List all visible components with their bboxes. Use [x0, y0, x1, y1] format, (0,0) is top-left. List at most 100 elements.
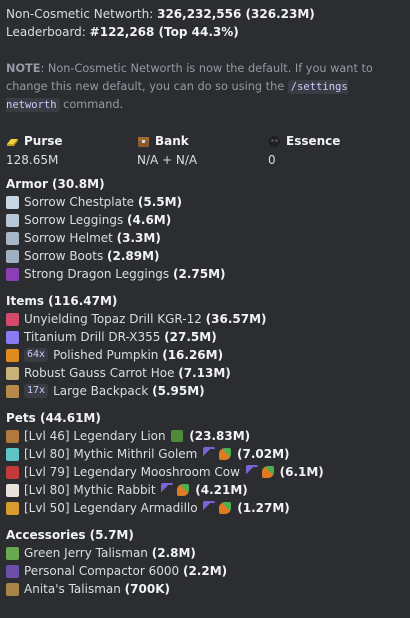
armor-item-value: (3.3M) — [116, 231, 161, 245]
pets-item: [Lvl 80] Mythic Rabbit (4.21M) — [6, 481, 404, 499]
accessories-item: Anita's Talisman (700K) — [6, 580, 404, 598]
items-item-name: Polished Pumpkin — [53, 348, 163, 362]
armor-item: Sorrow Boots (2.89M) — [6, 247, 404, 265]
purse-value: 128.65M — [6, 153, 59, 167]
items-item-value: (27.5M) — [164, 330, 217, 344]
items-item: 64x Polished Pumpkin (16.26M) — [6, 346, 404, 364]
armor-item: Sorrow Leggings (4.6M) — [6, 211, 404, 229]
networth-embed: Non-Cosmetic Networth: 326,232,556 (326.… — [0, 0, 410, 598]
armor-item-name: Sorrow Boots — [24, 249, 108, 263]
hoe-icon — [6, 366, 19, 380]
green-jerry-icon — [6, 546, 19, 560]
items-section: Items (116.47M) Unyielding Topaz Drill K… — [6, 292, 404, 400]
carrot-icon — [219, 502, 232, 514]
armor-section: Armor (30.8M) Sorrow Chestplate (5.5M) So… — [6, 175, 404, 283]
essence-field: Essence 0 — [268, 132, 399, 169]
accessories-item-name: Green Jerry Talisman — [24, 546, 152, 560]
pets-item-name: [Lvl 80] Mythic Rabbit — [24, 483, 160, 497]
armor-item-value: (2.89M) — [107, 249, 160, 263]
pickaxe-icon — [203, 501, 216, 515]
compactor-icon — [6, 564, 19, 578]
armor-item-value: (2.75M) — [173, 267, 226, 281]
armor-item: Strong Dragon Leggings (2.75M) — [6, 265, 404, 283]
pets-section: Pets (44.61M) [Lvl 46] Legendary Lion (2… — [6, 409, 404, 517]
mooshroom-icon — [6, 465, 19, 479]
quantity-badge: 17x — [24, 384, 49, 398]
pets-item-value: (1.27M) — [237, 501, 290, 515]
items-item-value: (16.26M) — [162, 348, 224, 362]
gold-ingot-icon — [7, 139, 18, 146]
carrot-icon — [177, 484, 190, 496]
drill-icon — [6, 330, 19, 344]
pets-item: [Lvl 46] Legendary Lion (23.83M) — [6, 427, 404, 445]
items-list: Unyielding Topaz Drill KGR-12 (36.57M) Ti… — [6, 310, 404, 400]
default-note: NOTE: Non-Cosmetic Networth is now the d… — [6, 60, 404, 114]
anita-talisman-icon — [6, 582, 19, 596]
items-title: Items (116.47M) — [6, 294, 118, 308]
dragon-leggings-icon — [6, 267, 19, 281]
bank-field: Bank N/A + N/A — [137, 132, 268, 169]
green-block-icon — [171, 430, 184, 442]
pets-item: [Lvl 50] Legendary Armadillo (1.27M) — [6, 499, 404, 517]
quantity-badge: 64x — [24, 348, 49, 362]
armor-item: Sorrow Chestplate (5.5M) — [6, 193, 404, 211]
items-item: 17x Large Backpack (5.95M) — [6, 382, 404, 400]
pets-list: [Lvl 46] Legendary Lion (23.83M) [Lvl 80]… — [6, 427, 404, 517]
accessories-item-value: (700K) — [124, 582, 170, 596]
lion-icon — [6, 429, 19, 443]
bank-label: Bank — [155, 134, 189, 148]
items-item: Unyielding Topaz Drill KGR-12 (36.57M) — [6, 310, 404, 328]
armor-item-name: Strong Dragon Leggings — [24, 267, 173, 281]
backpack-icon — [6, 384, 19, 398]
items-item-value: (36.57M) — [205, 312, 267, 326]
pickaxe-icon — [161, 483, 174, 497]
pets-item-name: [Lvl 46] Legendary Lion — [24, 429, 170, 443]
armor-title: Armor (30.8M) — [6, 177, 105, 191]
leaderboard-label: Leaderboard: — [6, 25, 86, 39]
armor-item-name: Sorrow Helmet — [24, 231, 117, 245]
networth-value: 326,232,556 (326.23M) — [157, 7, 315, 21]
carrot-icon — [219, 448, 232, 460]
networth-label: Non-Cosmetic Networth: — [6, 7, 154, 21]
pets-item: [Lvl 79] Legendary Mooshroom Cow (6.1M) — [6, 463, 404, 481]
pets-item-value: (4.21M) — [195, 483, 248, 497]
pets-item-value: (6.1M) — [279, 465, 324, 479]
items-item-name: Robust Gauss Carrot Hoe — [24, 366, 179, 380]
drill-icon — [6, 312, 19, 326]
armadillo-icon — [6, 501, 19, 515]
accessories-item-name: Anita's Talisman — [24, 582, 125, 596]
items-item: Robust Gauss Carrot Hoe (7.13M) — [6, 364, 404, 382]
accessories-title: Accessories (5.7M) — [6, 528, 134, 542]
accessories-section: Accessories (5.7M) Green Jerry Talisman … — [6, 526, 404, 598]
rabbit-icon — [6, 483, 19, 497]
pets-item: [Lvl 80] Mythic Mithril Golem (7.02M) — [6, 445, 404, 463]
pets-item-name: [Lvl 79] Legendary Mooshroom Cow — [24, 465, 244, 479]
items-item-name: Unyielding Topaz Drill KGR-12 — [24, 312, 206, 326]
networth-line: Non-Cosmetic Networth: 326,232,556 (326.… — [6, 5, 404, 23]
accessories-item: Personal Compactor 6000 (2.2M) — [6, 562, 404, 580]
pets-title: Pets (44.61M) — [6, 411, 101, 425]
chest-icon — [138, 137, 149, 147]
armor-item: Sorrow Helmet (3.3M) — [6, 229, 404, 247]
items-item-value: (7.13M) — [178, 366, 231, 380]
items-item-value: (5.95M) — [152, 384, 205, 398]
golem-icon — [6, 447, 19, 461]
wither-essence-icon — [269, 136, 280, 147]
pets-item-name: [Lvl 80] Mythic Mithril Golem — [24, 447, 202, 461]
purse-field: Purse 128.65M — [6, 132, 137, 169]
pickaxe-icon — [203, 447, 216, 461]
helmet-icon — [6, 231, 19, 245]
accessories-item: Green Jerry Talisman (2.8M) — [6, 544, 404, 562]
items-item: Titanium Drill DR-X355 (27.5M) — [6, 328, 404, 346]
pets-item-value: (23.83M) — [189, 429, 251, 443]
essence-label: Essence — [286, 134, 341, 148]
pickaxe-icon — [245, 465, 258, 479]
items-item-name: Titanium Drill DR-X355 — [24, 330, 165, 344]
pets-item-name: [Lvl 50] Legendary Armadillo — [24, 501, 202, 515]
chestplate-icon — [6, 195, 19, 209]
armor-list: Sorrow Chestplate (5.5M) Sorrow Leggings … — [6, 193, 404, 283]
bank-value: N/A + N/A — [137, 153, 198, 167]
summary-fields: Purse 128.65M Bank N/A + N/A Essence 0 — [6, 132, 404, 169]
carrot-icon — [261, 466, 274, 478]
accessories-item-value: (2.2M) — [182, 564, 228, 578]
